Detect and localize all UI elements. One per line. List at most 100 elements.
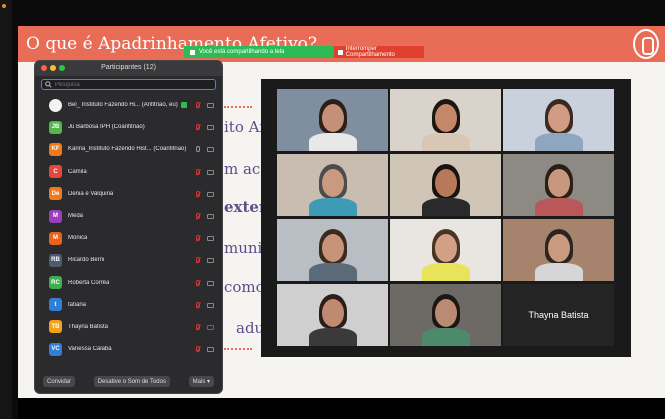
- microphone-muted-icon[interactable]: [196, 235, 200, 242]
- participant-name: Ricardo Berni: [68, 257, 105, 264]
- person-body: [421, 263, 470, 281]
- camera-icon[interactable]: [207, 347, 214, 353]
- invite-button[interactable]: Convidar: [43, 376, 76, 387]
- search-box[interactable]: [41, 79, 216, 90]
- microphone-muted-icon[interactable]: [196, 346, 200, 353]
- participant-name: Karina_Instituto Fazendo Hist... (Coanfi…: [68, 146, 187, 153]
- avatar: De: [49, 187, 62, 201]
- video-tile[interactable]: [503, 219, 614, 281]
- more-button[interactable]: Mais ▾: [188, 376, 214, 387]
- panel-titlebar[interactable]: Participantes (12): [35, 61, 222, 76]
- person-face: [434, 169, 457, 197]
- person-body: [421, 133, 470, 151]
- stop-share-label: Interromper Compartilhamento: [345, 46, 395, 58]
- participant-row[interactable]: De Denia e Valquiria: [35, 183, 222, 205]
- person-face: [321, 299, 344, 327]
- camera-off-icon[interactable]: [207, 324, 214, 330]
- participant-row[interactable]: JB Ju Barbosa IPH (Coanfitrião): [35, 116, 222, 138]
- video-tile[interactable]: [390, 284, 501, 346]
- camera-icon[interactable]: [207, 169, 214, 175]
- camera-icon[interactable]: [207, 213, 214, 219]
- participant-name: Meda: [68, 213, 84, 220]
- participant-row[interactable]: TB Thayna Batista: [35, 316, 222, 338]
- participant-name: Monica: [68, 235, 88, 242]
- person-body: [421, 328, 470, 346]
- participant-name: Denia e Valquiria: [68, 190, 114, 197]
- microphone-muted-icon[interactable]: [196, 323, 200, 330]
- video-tile[interactable]: [390, 219, 501, 281]
- dotted-divider: [224, 348, 252, 350]
- video-tile[interactable]: [503, 154, 614, 216]
- video-tile[interactable]: [503, 89, 614, 151]
- camera-icon[interactable]: [207, 191, 214, 197]
- person-body: [308, 133, 357, 151]
- person-face: [434, 104, 457, 132]
- microphone-muted-icon[interactable]: [196, 301, 200, 308]
- camera-icon[interactable]: [207, 302, 214, 308]
- participant-name: tatiana: [68, 301, 87, 308]
- camera-icon[interactable]: [207, 125, 214, 131]
- video-tile[interactable]: Thayna Batista: [503, 284, 614, 346]
- avatar: M: [49, 209, 62, 223]
- microphone-muted-icon[interactable]: [196, 212, 200, 219]
- video-tile[interactable]: [390, 89, 501, 151]
- participant-row[interactable]: KF Karina_Instituto Fazendo Hist... (Coan…: [35, 138, 222, 160]
- avatar: C: [49, 165, 62, 179]
- avatar: VC: [49, 342, 62, 356]
- person-body: [534, 263, 583, 281]
- avatar: TB: [49, 320, 62, 334]
- slide-text-fragment: como: [224, 278, 265, 296]
- person-body: [534, 133, 583, 151]
- status-dot: [2, 4, 6, 8]
- participant-name: Ju Barbosa IPH (Coanfitrião): [68, 124, 145, 131]
- stop-icon: [338, 49, 343, 55]
- participant-row[interactable]: RB Ricardo Berni: [35, 249, 222, 271]
- video-tile[interactable]: [277, 219, 388, 281]
- avatar: RB: [49, 253, 62, 267]
- participant-row[interactable]: VC Vanessa Calaba: [35, 338, 222, 360]
- avatar: JB: [49, 120, 62, 134]
- microphone-muted-icon[interactable]: [196, 168, 200, 175]
- camera-icon[interactable]: [207, 280, 214, 286]
- microphone-muted-icon[interactable]: [196, 124, 200, 131]
- person-face: [321, 234, 344, 262]
- share-badge-icon: [180, 102, 187, 109]
- search-input[interactable]: [55, 81, 205, 88]
- participant-row[interactable]: RC Roberta Corrêa: [35, 272, 222, 294]
- camera-icon[interactable]: [207, 258, 214, 264]
- microphone-muted-icon[interactable]: [196, 257, 200, 264]
- participant-row[interactable]: t tatiana: [35, 294, 222, 316]
- video-tile[interactable]: [277, 284, 388, 346]
- stop-share-button[interactable]: Interromper Compartilhamento: [334, 46, 424, 58]
- share-status-text: Você está compartilhando a tela: [199, 49, 285, 55]
- person-face: [434, 299, 457, 327]
- participant-row[interactable]: M Meda: [35, 205, 222, 227]
- person-body: [308, 263, 357, 281]
- participant-row[interactable]: Bel_ Instituto Fazendo Hi... (Anfitrião,…: [35, 94, 222, 116]
- search-icon: [45, 81, 52, 88]
- participant-name: Roberta Corrêa: [68, 279, 110, 286]
- slide-text-fragment: muni: [224, 239, 263, 257]
- camera-icon[interactable]: [207, 236, 214, 242]
- microphone-muted-icon[interactable]: [196, 102, 200, 108]
- person-face: [547, 234, 570, 262]
- participant-name: Thayna Batista: [68, 323, 109, 330]
- video-tile[interactable]: [277, 89, 388, 151]
- camera-icon[interactable]: [207, 103, 214, 108]
- person-face: [434, 234, 457, 262]
- video-tile[interactable]: [390, 154, 501, 216]
- participant-row[interactable]: M Monica: [35, 227, 222, 249]
- avatar: t: [49, 298, 62, 312]
- person-body: [534, 198, 583, 216]
- microphone-muted-icon[interactable]: [196, 279, 200, 286]
- bottom-black-bar: [18, 398, 665, 419]
- microphone-icon[interactable]: [196, 146, 200, 153]
- video-tile[interactable]: [277, 154, 388, 216]
- participant-row[interactable]: C Camila: [35, 161, 222, 183]
- participant-name: Bel_ Instituto Fazendo Hi... (Anfitrião,…: [68, 102, 178, 109]
- camera-icon[interactable]: [207, 147, 214, 153]
- participant-list: Bel_ Instituto Fazendo Hi... (Anfitrião,…: [35, 94, 222, 360]
- mute-all-button[interactable]: Desative o Som de Todos: [93, 376, 170, 387]
- avatar: KF: [49, 142, 62, 156]
- microphone-muted-icon[interactable]: [196, 190, 200, 197]
